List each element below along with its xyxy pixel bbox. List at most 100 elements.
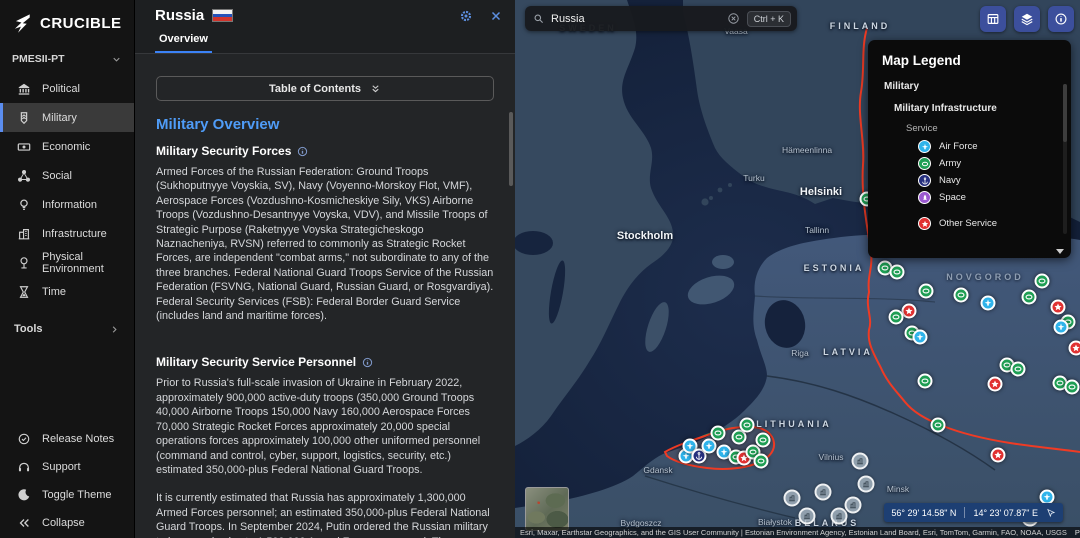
footer-item-label: Collapse	[42, 517, 85, 529]
double-chevron-down-icon	[370, 83, 381, 94]
powered-by-esri: Powered by Esri	[1074, 528, 1080, 537]
nav-item-icon	[17, 227, 31, 241]
military-marker[interactable]	[953, 287, 969, 303]
panel-scrollbar[interactable]	[509, 112, 513, 186]
legend-marker-icon	[918, 157, 931, 170]
legend-item-label: Space	[939, 192, 966, 203]
military-marker[interactable]	[783, 489, 801, 507]
nav-item-icon	[17, 82, 31, 96]
military-marker[interactable]	[851, 452, 869, 470]
military-marker[interactable]	[739, 417, 755, 433]
map-search-bar: Ctrl + K	[525, 6, 797, 31]
military-marker[interactable]	[710, 425, 726, 441]
military-marker[interactable]	[930, 417, 946, 433]
military-marker[interactable]	[1064, 379, 1080, 395]
longitude-value: 14° 23' 07.87" E	[973, 507, 1038, 518]
military-marker[interactable]	[798, 507, 816, 525]
military-marker[interactable]	[889, 264, 905, 280]
military-marker[interactable]	[990, 447, 1006, 463]
sidebar-tools[interactable]: Tools	[0, 313, 134, 345]
sidebar-nav-item[interactable]: Political	[0, 74, 134, 103]
sidebar-nav-item[interactable]: Infrastructure	[0, 219, 134, 248]
legend-subgroup: Military Infrastructure	[894, 103, 997, 114]
military-marker[interactable]	[912, 329, 928, 345]
clear-search-icon[interactable]	[727, 12, 740, 25]
legend-item: Navy	[918, 172, 1057, 189]
military-marker[interactable]	[918, 283, 934, 299]
military-marker[interactable]	[987, 376, 1003, 392]
nav-item-icon	[17, 140, 31, 154]
sidebar-nav-item[interactable]: Time	[0, 277, 134, 306]
marker-glyph-icon	[720, 448, 729, 457]
sidebar-footer-item[interactable]: Release Notes	[0, 425, 134, 453]
military-marker[interactable]	[1050, 299, 1066, 315]
military-marker[interactable]	[1068, 340, 1080, 356]
military-marker[interactable]	[753, 453, 769, 469]
military-marker[interactable]	[917, 373, 933, 389]
app-window: CRUCIBLE PMESII-PT Political Military Ec…	[0, 0, 1080, 538]
marker-glyph-icon	[922, 287, 931, 296]
marker-glyph-icon	[905, 307, 914, 316]
settings-gear-icon[interactable]	[459, 9, 473, 23]
info-button[interactable]	[1048, 6, 1074, 32]
marker-glyph-icon	[934, 421, 943, 430]
military-marker[interactable]	[1053, 319, 1069, 335]
military-marker[interactable]	[755, 432, 771, 448]
nav-item-icon	[17, 198, 31, 212]
military-marker[interactable]	[857, 475, 875, 493]
military-marker[interactable]	[701, 438, 717, 454]
military-marker[interactable]	[1021, 289, 1037, 305]
military-marker[interactable]	[844, 496, 862, 514]
military-marker[interactable]	[1034, 273, 1050, 289]
layers-button[interactable]	[1014, 6, 1040, 32]
search-input[interactable]	[551, 12, 720, 25]
nav-item-label: Political	[42, 82, 80, 95]
military-marker[interactable]	[830, 507, 848, 525]
military-marker[interactable]	[888, 309, 904, 325]
body-paragraph: Prior to Russia's full-scale invasion of…	[156, 377, 481, 476]
legend-marker-icon	[918, 217, 931, 230]
sidebar-footer-item[interactable]: Collapse	[0, 509, 134, 537]
legend-scroll-arrow[interactable]	[1056, 249, 1064, 254]
basemap-switcher-thumbnail[interactable]	[525, 487, 569, 531]
close-icon[interactable]	[489, 9, 503, 23]
marker-glyph-icon	[856, 457, 865, 466]
military-marker[interactable]	[814, 483, 832, 501]
marker-glyph-icon	[849, 501, 858, 510]
table-of-contents-button[interactable]: Table of Contents	[156, 76, 494, 101]
chevron-down-icon	[111, 54, 122, 65]
footer-item-label: Toggle Theme	[42, 489, 112, 501]
legend-scrollbar[interactable]	[1063, 84, 1067, 234]
marker-glyph-icon	[892, 313, 901, 322]
cursor-location-icon[interactable]	[1046, 508, 1056, 518]
info-icon	[1054, 12, 1068, 26]
data-table-button[interactable]	[980, 6, 1006, 32]
panel-content[interactable]: Table of Contents Military Overview Mili…	[135, 54, 515, 538]
sidebar-nav-item[interactable]: Information	[0, 190, 134, 219]
sidebar-nav-item[interactable]: Military	[0, 103, 134, 132]
info-icon[interactable]	[362, 357, 373, 368]
military-marker[interactable]	[980, 295, 996, 311]
legend-item: Army	[918, 155, 1057, 172]
sidebar-nav: Political Military Economic Social Infor…	[0, 74, 134, 306]
sidebar-footer-item[interactable]: Toggle Theme	[0, 481, 134, 509]
info-icon[interactable]	[297, 146, 308, 157]
sidebar-nav-item[interactable]: Social	[0, 161, 134, 190]
marker-glyph-icon	[984, 299, 993, 308]
tab-overview[interactable]: Overview	[155, 28, 212, 53]
legend-items: Air Force Army Navy Space Other Service	[918, 138, 1057, 232]
pmesii-dropdown[interactable]: PMESII-PT	[0, 44, 134, 74]
marker-glyph-icon	[735, 433, 744, 442]
sidebar-footer-item[interactable]: Support	[0, 453, 134, 481]
nav-item-icon	[17, 111, 31, 125]
map-canvas[interactable]: SWEDENFINLANDVaasaHämeenlinnaTurkuHelsin…	[515, 0, 1080, 538]
legend-title: Map Legend	[882, 53, 961, 68]
military-marker[interactable]	[901, 303, 917, 319]
military-marker[interactable]	[1010, 361, 1026, 377]
nav-item-label: Physical Environment	[42, 250, 104, 275]
marker-glyph-icon	[757, 457, 766, 466]
legend-item-label: Navy	[939, 175, 961, 186]
sidebar-nav-item[interactable]: Economic	[0, 132, 134, 161]
marker-glyph-icon	[881, 264, 890, 273]
sidebar-nav-item[interactable]: Physical Environment	[0, 248, 134, 277]
